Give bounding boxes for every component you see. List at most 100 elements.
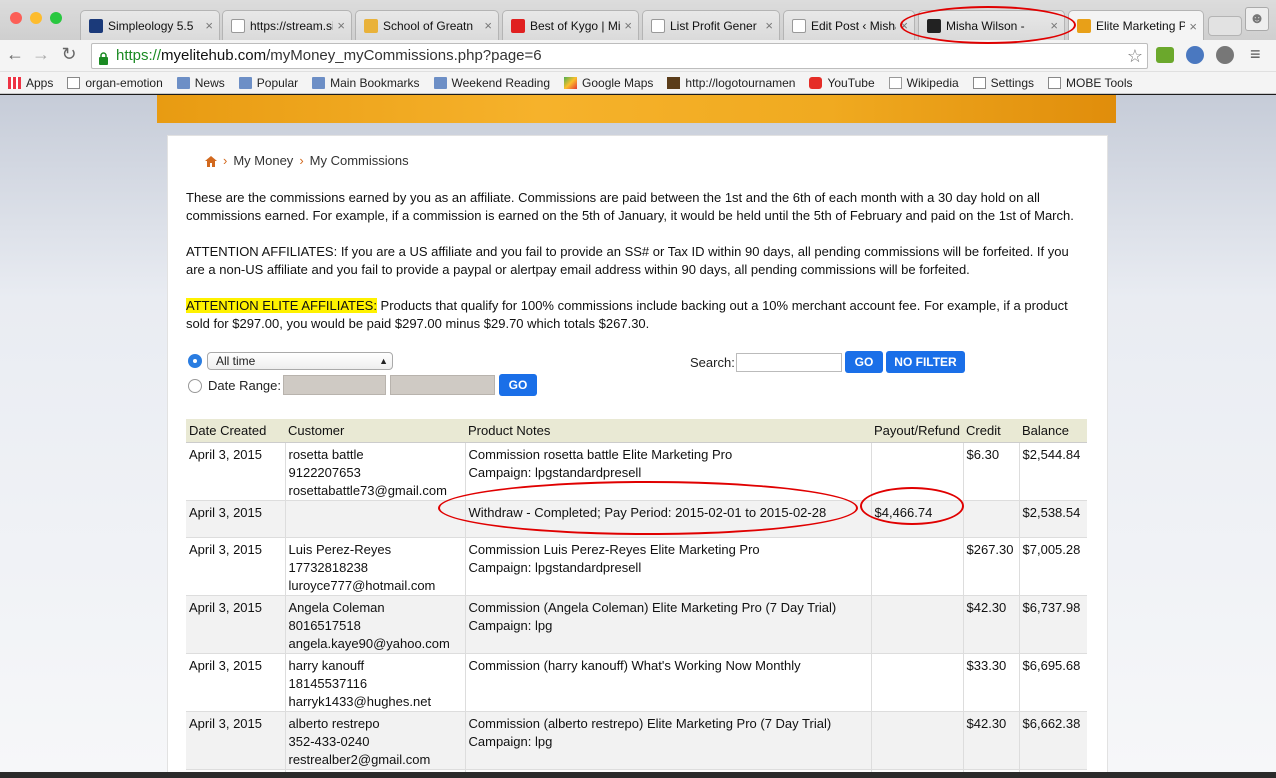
browser-tab[interactable]: Edit Post ‹ Misha ×: [783, 10, 915, 40]
breadcrumb-separator: ›: [223, 153, 228, 168]
browser-tab[interactable]: Best of Kygo | Mi ×: [502, 10, 639, 40]
customer-line: rosettabattle73@gmail.com: [288, 482, 447, 498]
cell-customer: alberto restrepo 352-433-0240 restrealber2…: [285, 711, 466, 770]
extension-icon[interactable]: [1156, 47, 1174, 63]
bookmark-item[interactable]: MOBE Tools: [1048, 76, 1133, 90]
page-viewport: › My Money › My Commissions These are th…: [0, 95, 1276, 772]
tab-title: School of Greatn: [383, 18, 474, 33]
bookmark-item[interactable]: http://logotournamen: [667, 76, 795, 90]
maps-icon: [564, 76, 578, 89]
search-go-button[interactable]: GO: [845, 351, 883, 373]
url-path: /myMoney_myCommissions.php?page=6: [266, 47, 542, 64]
bookmark-item[interactable]: Main Bookmarks: [312, 76, 420, 90]
minimize-window-button[interactable]: [30, 12, 42, 24]
date-from-input[interactable]: [283, 375, 386, 395]
cell-balance: $2,544.84: [1019, 442, 1087, 501]
date-range-radio[interactable]: [188, 379, 202, 393]
col-date-created[interactable]: Date Created: [186, 419, 285, 443]
page-icon: [972, 76, 986, 89]
tab-bar: Simpleology 5.5 × https://stream.si × School…: [0, 0, 1276, 41]
tab-title: List Profit Gener: [670, 18, 757, 33]
browser-tab[interactable]: Simpleology 5.5 ×: [80, 10, 220, 40]
home-icon[interactable]: [205, 155, 217, 167]
close-tab-icon[interactable]: ×: [205, 18, 213, 33]
simpleology-favicon: [89, 18, 103, 33]
notes-line: Commission (alberto restrepo) Elite Mark…: [468, 715, 832, 731]
forward-arrow-icon: →: [32, 44, 50, 64]
bookmark-item[interactable]: Weekend Reading: [433, 76, 550, 90]
elite-affiliate-paragraph: ATTENTION ELITE AFFILIATES: Products tha…: [186, 297, 1086, 333]
affiliate-attention-paragraph: ATTENTION AFFILIATES: If you are a US af…: [186, 244, 1069, 277]
no-filter-button[interactable]: NO FILTER: [886, 351, 965, 373]
folder-icon: [433, 76, 447, 89]
bookmark-item[interactable]: Settings: [972, 76, 1034, 90]
close-tab-icon[interactable]: ×: [484, 18, 492, 33]
col-product-notes[interactable]: Product Notes: [465, 419, 871, 443]
cell-balance: $7,005.28: [1019, 537, 1087, 596]
customer-line: restrealber2@gmail.com: [288, 751, 431, 767]
bookmark-item[interactable]: Wikipedia: [888, 76, 959, 90]
bookmark-item[interactable]: Google Maps: [564, 76, 653, 90]
close-tab-icon[interactable]: ×: [1189, 19, 1197, 34]
bookmark-item[interactable]: YouTube: [809, 76, 875, 90]
page-icon: [1048, 76, 1062, 89]
period-select[interactable]: All time ▲: [207, 352, 393, 370]
cell-credit: $42.30: [963, 595, 1020, 654]
page-icon: [231, 18, 245, 33]
table-header-row: Date Created Customer Product Notes Payo…: [186, 419, 1087, 443]
bookmark-label: Google Maps: [582, 75, 654, 90]
col-customer[interactable]: Customer: [285, 419, 465, 443]
extension-icon[interactable]: [1186, 46, 1204, 64]
close-tab-icon[interactable]: ×: [765, 18, 773, 33]
customer-line: harryk1433@hughes.net: [288, 693, 432, 709]
profile-icon[interactable]: ☻: [1245, 7, 1269, 31]
search-input[interactable]: [736, 353, 842, 372]
customer-line: 9122207653: [288, 464, 361, 480]
url-scheme: https://: [116, 47, 162, 64]
col-payout-refund[interactable]: Payout/Refund: [871, 419, 964, 443]
page-icon: [67, 76, 81, 89]
select-arrows-icon: ▲: [379, 356, 388, 366]
table-row: April 3, 2015 Luis Perez-Reyes 17732818238…: [186, 537, 1087, 596]
forward-button[interactable]: →: [30, 44, 52, 65]
bookmark-item[interactable]: organ-emotion: [67, 76, 163, 90]
cell-date: April 3, 2015: [186, 711, 286, 770]
address-bar[interactable]: https://myelitehub.com/myMoney_myCommiss…: [91, 43, 1148, 69]
annotation-oval-tab: [900, 6, 1076, 44]
extension-icon[interactable]: [1216, 46, 1234, 64]
date-go-button[interactable]: GO: [499, 374, 537, 396]
cell-date: April 3, 2015: [186, 500, 286, 538]
bookmark-item[interactable]: Popular: [238, 76, 298, 90]
bookmark-star-icon[interactable]: ☆: [1127, 44, 1143, 68]
new-tab-button[interactable]: [1208, 16, 1242, 36]
cell-product-notes: Commission (alberto restrepo) Elite Mark…: [465, 711, 872, 770]
bookmark-item[interactable]: Apps: [8, 76, 53, 90]
cell-date: April 3, 2015: [186, 442, 286, 501]
bookmarks-bar: Apps organ-emotion News Popular Main Bookmar…: [0, 72, 1276, 94]
back-button[interactable]: ←: [4, 44, 26, 65]
reload-button[interactable]: ↻: [58, 44, 80, 65]
tab-title: Best of Kygo | Mi: [530, 18, 621, 33]
breadcrumb-my-money[interactable]: My Money: [233, 153, 293, 168]
all-time-radio[interactable]: [188, 354, 202, 368]
reload-icon: ↻: [61, 44, 77, 64]
browser-tab[interactable]: https://stream.si ×: [222, 10, 352, 40]
col-balance[interactable]: Balance: [1019, 419, 1087, 443]
bookmark-label: Apps: [26, 75, 54, 90]
close-tab-icon[interactable]: ×: [337, 18, 345, 33]
date-to-input[interactable]: [390, 375, 495, 395]
menu-icon[interactable]: ≡: [1250, 44, 1261, 65]
browser-tab[interactable]: School of Greatn ×: [355, 10, 499, 40]
site-header-banner: [157, 95, 1116, 123]
close-tab-icon[interactable]: ×: [624, 18, 632, 33]
tab-title: https://stream.si: [250, 18, 334, 33]
maximize-window-button[interactable]: [50, 12, 62, 24]
col-credit[interactable]: Credit: [963, 419, 1020, 443]
browser-tab[interactable]: Elite Marketing P ×: [1068, 10, 1204, 41]
browser-tab[interactable]: List Profit Gener ×: [642, 10, 780, 40]
customer-line: 18145537116: [288, 675, 368, 691]
close-window-button[interactable]: [10, 12, 22, 24]
table-row: April 3, 2015 alberto restrepo 352-433-024…: [186, 711, 1087, 770]
bookmark-item[interactable]: News: [176, 76, 225, 90]
cell-customer: harry kanouff 18145537116 harryk1433@hughe…: [285, 653, 466, 712]
